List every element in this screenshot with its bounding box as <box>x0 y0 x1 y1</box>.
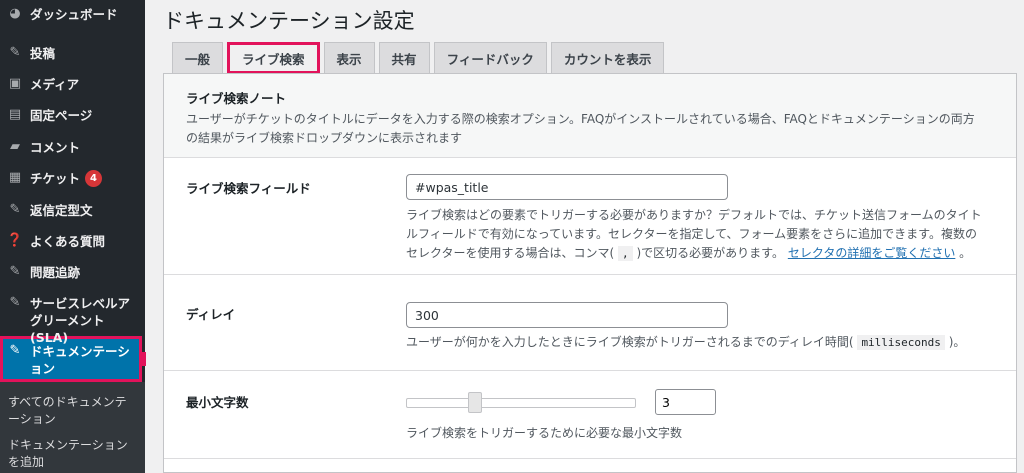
live-search-selector-input[interactable] <box>406 174 728 200</box>
sidebar-item-issue-tracking[interactable]: ✎ 問題追跡 <box>0 264 145 281</box>
sidebar-item-tickets[interactable]: ▦ チケット 4 <box>0 170 145 187</box>
tab-show-count[interactable]: カウントを表示 <box>550 42 665 74</box>
comment-icon: ▰ <box>10 139 20 154</box>
delay-input[interactable] <box>406 302 728 328</box>
row-min-chars: 最小文字数 ライブ検索をトリガーするために必要な最小文字数 <box>164 371 1016 459</box>
sidebar-item-canned-responses[interactable]: ✎ 返信定型文 <box>0 202 145 219</box>
dashboard-icon: ◕ <box>9 6 21 21</box>
min-chars-help: ライブ検索をトリガーするために必要な最小文字数 <box>406 426 683 440</box>
sidebar-item-faq[interactable]: ❓ よくある質問 <box>0 233 145 250</box>
tab-general[interactable]: 一般 <box>172 42 224 74</box>
min-chars-input[interactable] <box>655 389 716 415</box>
ticket-icon: ▦ <box>8 170 22 185</box>
tab-feedback[interactable]: フィードバック <box>433 42 547 74</box>
sidebar-item-documentation[interactable]: ✎ ドキュメンテーション <box>0 343 140 377</box>
submenu-item-add-doc[interactable]: ドキュメンテーションを追加 <box>8 437 138 471</box>
pin-icon: ✎ <box>9 295 21 310</box>
page-title: ドキュメンテーション設定 <box>163 9 415 33</box>
note-title: ライブ検索ノート <box>186 91 287 106</box>
admin-sidebar: ◕ ダッシュボード ✎ 投稿 ▣ メディア ▤ 固定ページ ▰ コメント ▦ チ… <box>0 0 146 473</box>
sidebar-item-pages[interactable]: ▤ 固定ページ <box>0 107 145 124</box>
page-icon: ▤ <box>8 107 22 122</box>
tab-sharing[interactable]: 共有 <box>378 42 430 74</box>
pin-icon: ✎ <box>9 343 21 358</box>
live-search-field-help: ライブ検索はどの要素でトリガーする必要がありますか？デフォルトでは、チケット送信… <box>406 208 982 261</box>
milliseconds-code: milliseconds <box>857 335 945 350</box>
pin-icon: ✎ <box>9 202 21 217</box>
min-chars-slider-track[interactable] <box>406 398 636 408</box>
selector-details-link[interactable]: セレクタの詳細をご覧ください <box>788 246 956 260</box>
row-live-search-field: ライブ検索フィールド ライブ検索はどの要素でトリガーする必要がありますか？デフォ… <box>164 158 1016 275</box>
submenu-item-all-docs[interactable]: すべてのドキュメンテーション <box>8 394 138 428</box>
sidebar-item-comments[interactable]: ▰ コメント <box>0 139 145 156</box>
sidebar-item-posts[interactable]: ✎ 投稿 <box>0 45 145 62</box>
min-chars-slider-handle[interactable] <box>468 392 482 413</box>
live-search-field-label: ライブ検索フィールド <box>186 181 311 196</box>
row-delay: ディレイ ユーザーが何かを入力したときにライブ検索がトリガーされるまでのディレイ… <box>164 275 1016 371</box>
pin-icon: ✎ <box>9 264 21 279</box>
ticket-count-badge: 4 <box>85 170 103 187</box>
live-search-note: ライブ検索ノート ユーザーがチケットのタイトルにデータを入力する際の検索オプショ… <box>164 74 1016 158</box>
sidebar-item-sla[interactable]: ✎ サービスレベルアグリーメント(SLA) <box>0 295 140 346</box>
pin-icon: ✎ <box>9 45 21 60</box>
settings-panel: ライブ検索ノート ユーザーがチケットのタイトルにデータを入力する際の検索オプショ… <box>163 73 1017 473</box>
media-icon: ▣ <box>8 76 22 91</box>
delay-label: ディレイ <box>186 307 236 322</box>
documentation-submenu: すべてのドキュメンテーション ドキュメンテーションを追加 <box>0 382 145 473</box>
comma-code: , <box>618 246 633 261</box>
sidebar-active-pointer <box>140 352 146 366</box>
note-description: ユーザーがチケットのタイトルにデータを入力する際の検索オプション。FAQがインス… <box>186 112 975 145</box>
sidebar-item-dashboard[interactable]: ◕ ダッシュボード <box>0 6 145 23</box>
delay-help: ユーザーが何かを入力したときにライブ検索がトリガーされるまでのディレイ時間( m… <box>406 335 966 350</box>
sidebar-item-media[interactable]: ▣ メディア <box>0 76 145 93</box>
min-chars-label: 最小文字数 <box>186 395 249 410</box>
tab-display[interactable]: 表示 <box>323 42 375 74</box>
settings-tabs: 一般 ライブ検索 表示 共有 フィードバック カウントを表示 <box>172 42 668 74</box>
help-icon: ❓ <box>6 233 24 248</box>
tab-live-search[interactable]: ライブ検索 <box>227 42 320 74</box>
